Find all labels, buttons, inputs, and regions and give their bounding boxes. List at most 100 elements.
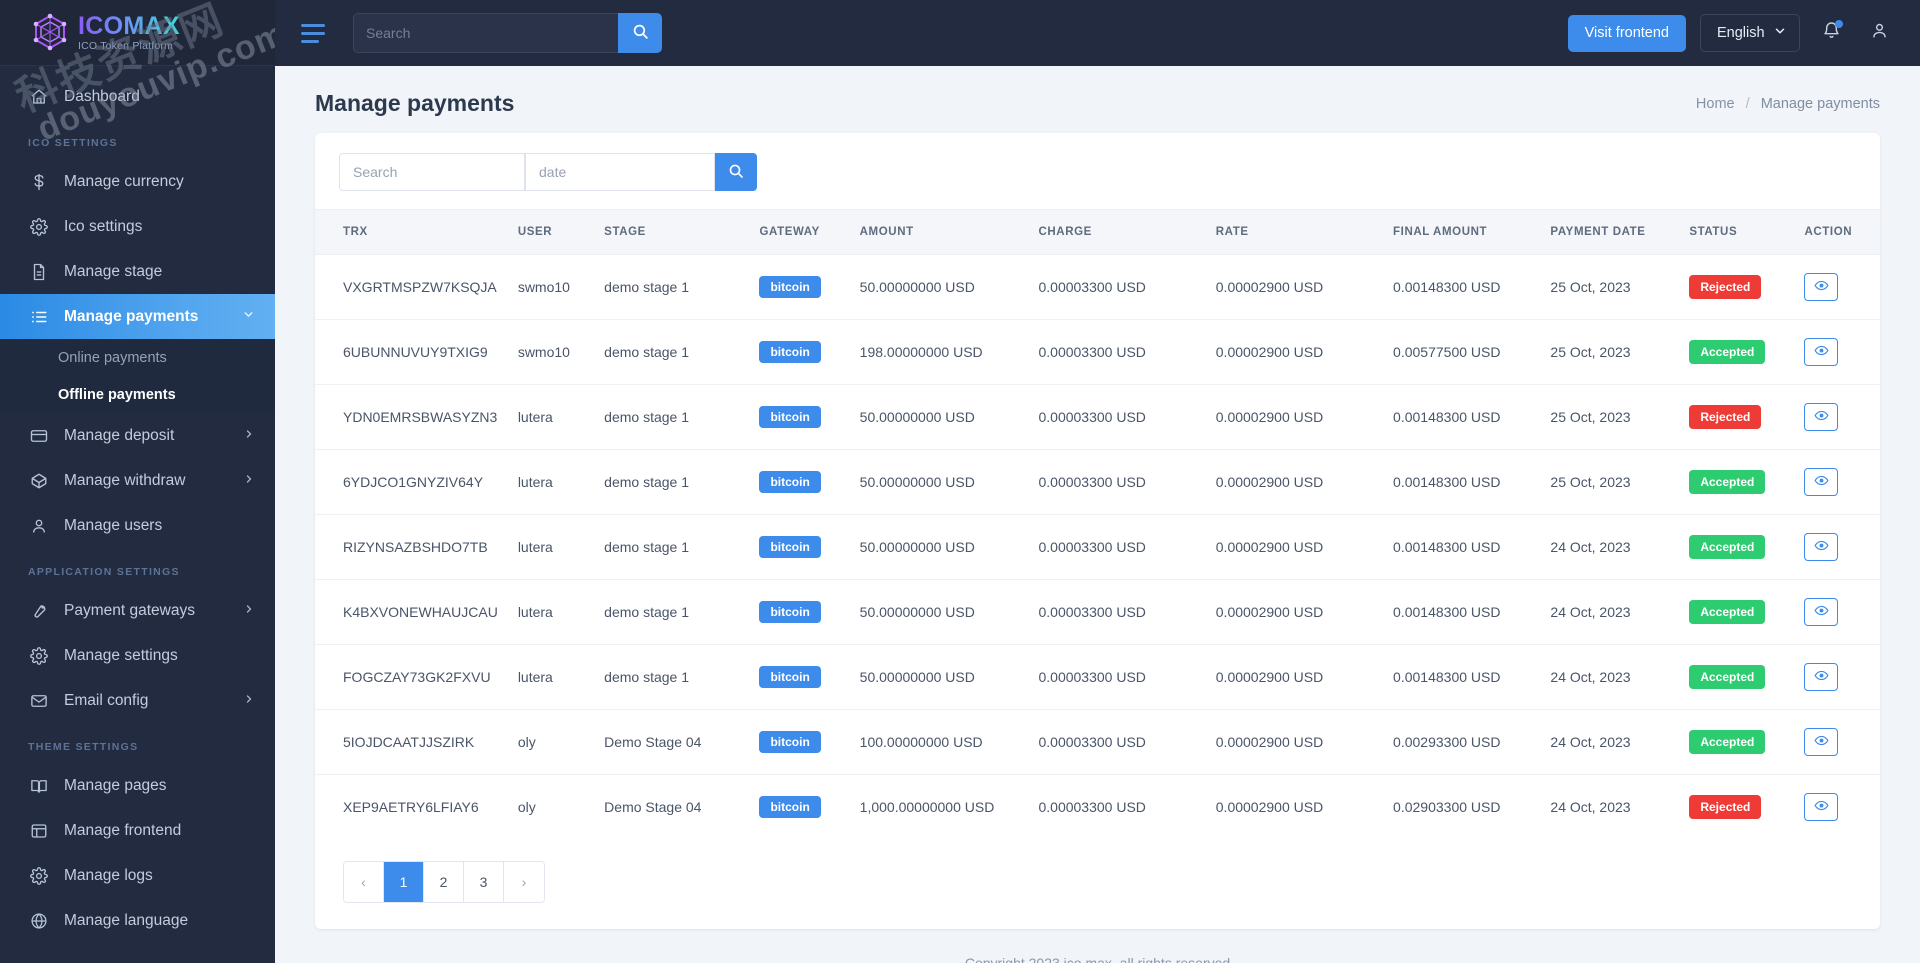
cell-user: oly bbox=[507, 709, 595, 775]
view-details-button[interactable] bbox=[1804, 728, 1839, 756]
cell-gateway: bitcoin bbox=[749, 319, 850, 385]
sidebar-item-payment-gateways[interactable]: Payment gateways bbox=[0, 588, 275, 633]
table-row: FOGCZAY73GK2FXVU lutera demo stage 1 bitcoi… bbox=[315, 644, 1880, 710]
chevron-right-icon bbox=[243, 472, 255, 490]
sidebar-item-manage-settings[interactable]: Manage settings bbox=[0, 633, 275, 678]
sidebar-item-manage-language[interactable]: Manage language bbox=[0, 898, 275, 943]
cell-user: swmo10 bbox=[507, 319, 595, 385]
sidebar-subitem-offline-payments[interactable]: Offline payments bbox=[0, 376, 275, 413]
gateway-tag: bitcoin bbox=[759, 666, 821, 688]
filter-search-input[interactable] bbox=[339, 153, 525, 191]
cell-gateway: bitcoin bbox=[749, 709, 850, 775]
pagination: ‹ 1 2 3 › bbox=[343, 861, 545, 903]
search-button[interactable] bbox=[618, 13, 662, 53]
pagination-page-2[interactable]: 2 bbox=[424, 862, 464, 902]
sidebar-item-manage-currency[interactable]: Manage currency bbox=[0, 159, 275, 204]
cell-action bbox=[1794, 514, 1880, 580]
column-header-user: USER bbox=[507, 209, 595, 255]
sidebar-item-manage-deposit[interactable]: Manage deposit bbox=[0, 413, 275, 458]
sidebar-item-manage-frontend[interactable]: Manage frontend bbox=[0, 808, 275, 853]
cell-stage: demo stage 1 bbox=[594, 579, 750, 645]
view-details-button[interactable] bbox=[1804, 663, 1839, 691]
pagination-page-1[interactable]: 1 bbox=[384, 862, 424, 902]
view-details-button[interactable] bbox=[1804, 273, 1839, 301]
sidebar-item-manage-logs[interactable]: Manage logs bbox=[0, 853, 275, 898]
table-row: 6YDJCO1GNYZIV64Y lutera demo stage 1 bitcoi… bbox=[315, 449, 1880, 515]
view-details-button[interactable] bbox=[1804, 793, 1839, 821]
cell-amount: 50.00000000 USD bbox=[849, 449, 1029, 515]
cell-gateway: bitcoin bbox=[749, 514, 850, 580]
cell-user: lutera bbox=[507, 514, 595, 580]
view-details-button[interactable] bbox=[1804, 338, 1839, 366]
cell-final-amount: 0.00577500 USD bbox=[1383, 319, 1541, 385]
gateway-tag: bitcoin bbox=[759, 341, 821, 363]
view-details-button[interactable] bbox=[1804, 598, 1839, 626]
column-header-payment-date: PAYMENT DATE bbox=[1540, 209, 1680, 255]
cell-status: Rejected bbox=[1679, 384, 1795, 450]
brand-logo-area[interactable]: ICOMAX ICO Token Platform bbox=[0, 0, 275, 66]
sidebar-item-manage-users[interactable]: Manage users bbox=[0, 503, 275, 548]
sidebar-item-label: Payment gateways bbox=[64, 601, 195, 619]
visit-frontend-button[interactable]: Visit frontend bbox=[1567, 14, 1686, 52]
hamburger-icon[interactable] bbox=[295, 16, 329, 50]
cell-trx: YDN0EMRSBWASYZN3 bbox=[315, 384, 508, 450]
cell-action bbox=[1794, 254, 1880, 320]
cell-payment-date: 24 Oct, 2023 bbox=[1550, 799, 1631, 815]
cell-charge: 0.00003300 USD bbox=[1028, 319, 1206, 385]
cell-payment-date: 25 Oct, 2023 bbox=[1540, 449, 1680, 515]
cell-user: lutera bbox=[507, 449, 595, 515]
brand-subtitle: ICO Token Platform bbox=[78, 39, 174, 52]
notifications-button[interactable] bbox=[1814, 16, 1848, 50]
view-details-button[interactable] bbox=[1804, 468, 1839, 496]
cell-amount: 50.00000000 USD bbox=[849, 579, 1029, 645]
eye-icon bbox=[1814, 798, 1829, 816]
view-details-button[interactable] bbox=[1804, 403, 1839, 431]
filter-date-input[interactable] bbox=[525, 153, 715, 191]
list-icon bbox=[28, 306, 50, 328]
sidebar-item-ico-settings[interactable]: Ico settings bbox=[0, 204, 275, 249]
chevron-down-icon bbox=[242, 308, 255, 326]
pagination-prev[interactable]: ‹ bbox=[344, 862, 384, 902]
main-area: Visit frontend English Manage payme bbox=[275, 0, 1920, 963]
sidebar-item-manage-payments[interactable]: Manage payments bbox=[0, 294, 275, 339]
cell-status: Accepted bbox=[1679, 514, 1795, 580]
cell-trx: XEP9AETRY6LFIAY6 bbox=[343, 799, 479, 815]
sidebar-item-manage-stage[interactable]: Manage stage bbox=[0, 249, 275, 294]
table-row: 6UBUNNUVUY9TXIG9 swmo10 demo stage 1 bitcoi… bbox=[315, 319, 1880, 385]
sidebar-subitem-online-payments[interactable]: Online payments bbox=[0, 339, 275, 376]
sidebar-item-label: Manage users bbox=[64, 516, 163, 534]
sidebar-item-manage-withdraw[interactable]: Manage withdraw bbox=[0, 458, 275, 503]
language-select[interactable]: English bbox=[1700, 14, 1800, 52]
sidebar-item-manage-pages[interactable]: Manage pages bbox=[0, 763, 275, 808]
book-icon bbox=[28, 775, 50, 797]
cell-stage: demo stage 1 bbox=[594, 254, 750, 320]
submenu-manage-payments: Online payments Offline payments bbox=[0, 339, 275, 413]
pagination-page-3[interactable]: 3 bbox=[464, 862, 504, 902]
profile-button[interactable] bbox=[1862, 16, 1896, 50]
page-header: Manage payments Home / Manage payments bbox=[275, 66, 1920, 133]
filter-search-button[interactable] bbox=[715, 153, 757, 191]
wrench-icon bbox=[28, 600, 50, 622]
breadcrumb-home-link[interactable]: Home bbox=[1696, 96, 1735, 112]
sidebar: ICOMAX ICO Token Platform Dashboard ICO … bbox=[0, 0, 275, 963]
cell-stage: demo stage 1 bbox=[594, 319, 750, 385]
envelope-icon bbox=[28, 690, 50, 712]
cell-trx: 6YDJCO1GNYZIV64Y bbox=[315, 449, 508, 515]
sidebar-item-dashboard[interactable]: Dashboard bbox=[0, 74, 275, 119]
column-header-status: STATUS bbox=[1679, 209, 1795, 255]
cell-payment-date: 24 Oct, 2023 bbox=[1540, 709, 1680, 775]
cell-rate: 0.00002900 USD bbox=[1205, 384, 1384, 450]
search-icon bbox=[728, 163, 744, 182]
cell-status: Accepted bbox=[1679, 449, 1795, 515]
home-icon bbox=[28, 86, 50, 108]
cell-rate: 0.00002900 USD bbox=[1205, 254, 1384, 320]
pagination-next[interactable]: › bbox=[504, 862, 544, 902]
page-title: Manage payments bbox=[315, 90, 515, 116]
search-input[interactable] bbox=[353, 13, 618, 53]
cell-action bbox=[1794, 319, 1880, 385]
view-details-button[interactable] bbox=[1804, 533, 1839, 561]
sidebar-item-email-config[interactable]: Email config bbox=[0, 678, 275, 723]
sidebar-section-title: THEME SETTINGS bbox=[28, 741, 139, 753]
gateway-tag: bitcoin bbox=[759, 731, 821, 753]
cell-final-amount: 0.00148300 USD bbox=[1383, 384, 1541, 450]
